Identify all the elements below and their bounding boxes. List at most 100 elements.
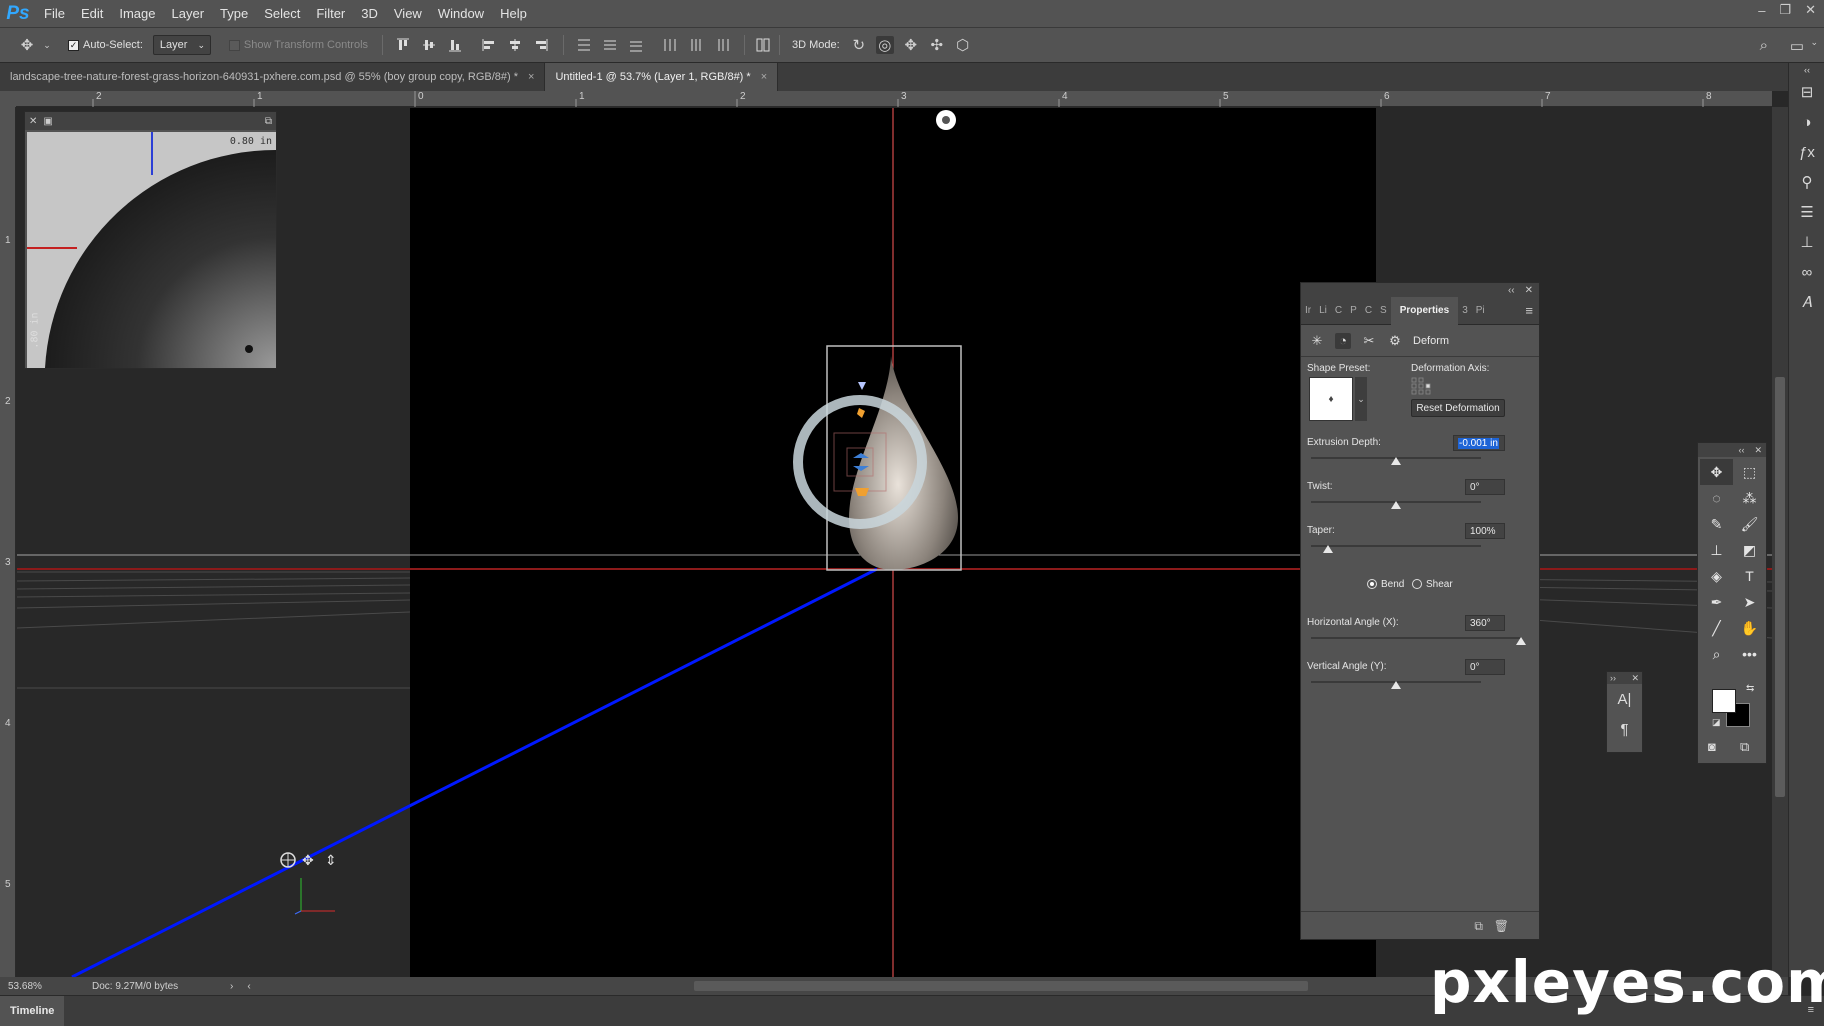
distribute-bottom-icon[interactable] xyxy=(628,37,644,53)
align-top-icon[interactable] xyxy=(395,37,411,53)
extrusion-depth-field[interactable]: -0.001 in xyxy=(1453,435,1505,451)
menu-layer[interactable]: Layer xyxy=(164,0,213,28)
line-tool-icon[interactable]: ╱ xyxy=(1700,615,1733,641)
lasso-tool-icon[interactable]: ◌ xyxy=(1700,485,1733,511)
camera-widget[interactable]: ✥ ⇕ xyxy=(280,852,337,915)
eraser-tool-icon[interactable]: ◩ xyxy=(1733,537,1766,563)
3d-cone-object[interactable] xyxy=(793,345,962,571)
show-transform-checkbox[interactable]: Show Transform Controls xyxy=(228,39,368,51)
tab-color[interactable]: C xyxy=(1331,297,1346,325)
horizontal-scrollbar-thumb[interactable] xyxy=(694,981,1308,991)
pen-tool-icon[interactable]: ✒ xyxy=(1700,589,1733,615)
trash-icon[interactable]: 🗑 xyxy=(1494,919,1509,933)
shape-preset-thumbnail[interactable]: ♦ xyxy=(1309,377,1353,421)
tab-3d[interactable]: 3 xyxy=(1458,297,1472,325)
distribute-hcenter-icon[interactable] xyxy=(688,37,704,53)
menu-type[interactable]: Type xyxy=(212,0,256,28)
close-icon[interactable]: ✕ xyxy=(1631,673,1639,684)
tab-paragraph[interactable]: Pi xyxy=(1472,297,1489,325)
paragraph-panel-icon[interactable]: ¶ xyxy=(1607,714,1642,744)
chevron-down-icon[interactable]: ⌄ xyxy=(1810,37,1818,48)
timeline-tab[interactable]: Timeline xyxy=(0,996,65,1026)
distribute-left-icon[interactable] xyxy=(662,37,678,53)
deform-icon[interactable]: ◔ xyxy=(1335,332,1351,349)
shear-radio[interactable]: Shear xyxy=(1412,579,1453,590)
paint-bucket-icon[interactable]: ◈ xyxy=(1700,563,1733,589)
status-menu-arrow[interactable]: › xyxy=(230,981,233,992)
zoom-tool-icon[interactable]: ⌕ xyxy=(1700,641,1733,667)
drag-icon[interactable]: ✥ xyxy=(902,36,920,54)
vertical-ruler[interactable]: 1 2 3 4 5 xyxy=(0,107,16,977)
scrollbar-thumb[interactable] xyxy=(1775,377,1785,797)
brush-settings-icon[interactable]: ⚲ xyxy=(1789,167,1824,197)
creative-cloud-icon[interactable]: ∞ xyxy=(1789,257,1824,287)
menu-image[interactable]: Image xyxy=(111,0,163,28)
collapse-icon[interactable]: ‹‹ xyxy=(1789,63,1824,77)
tab-properties[interactable]: Properties xyxy=(1390,296,1459,325)
taper-slider[interactable] xyxy=(1311,545,1481,547)
sliders-icon[interactable]: ☰ xyxy=(1789,197,1824,227)
hand-tool-icon[interactable]: ✋ xyxy=(1733,615,1766,641)
distribute-right-icon[interactable] xyxy=(714,37,730,53)
scroll-left-arrow[interactable]: ‹ xyxy=(247,981,250,992)
expand-icon[interactable]: ›› xyxy=(1610,673,1616,683)
orbit-icon[interactable]: ↻ xyxy=(850,36,868,54)
twist-slider-thumb[interactable] xyxy=(1391,501,1401,509)
coordinates-icon[interactable]: ⚙ xyxy=(1387,333,1403,349)
align-vcenter-icon[interactable] xyxy=(421,37,437,53)
screen-mode-icon[interactable]: ⧉ xyxy=(1740,739,1749,755)
align-hcenter-icon[interactable] xyxy=(507,37,523,53)
search-icon[interactable]: ⌕ xyxy=(1760,37,1768,54)
collapse-icon[interactable]: ‹‹ xyxy=(1508,285,1515,296)
tab-untitled-doc[interactable]: Untitled-1 @ 53.7% (Layer 1, RGB/8#) * × xyxy=(545,63,779,91)
horizontal-ruler[interactable]: 2 1 0 1 2 3 4 5 6 7 8 xyxy=(16,91,1772,107)
taper-field[interactable]: 100% xyxy=(1465,523,1505,539)
new-layer-icon[interactable]: ⧉ xyxy=(1474,919,1483,934)
tab-landscape-doc[interactable]: landscape-tree-nature-forest-grass-horiz… xyxy=(0,63,546,91)
workspace-icon[interactable]: ▭ xyxy=(1790,37,1804,55)
quick-mask-icon[interactable]: ◙ xyxy=(1708,739,1716,754)
horizontal-angle-thumb[interactable] xyxy=(1516,637,1526,645)
vertical-angle-field[interactable]: 0° xyxy=(1465,659,1505,675)
marquee-tool-icon[interactable]: ⬚ xyxy=(1733,459,1766,485)
menu-file[interactable]: File xyxy=(36,0,73,28)
brush-tool-icon[interactable]: 🖌 xyxy=(1733,511,1766,537)
magic-wand-icon[interactable]: ⁂ xyxy=(1733,485,1766,511)
glyphs-icon[interactable]: 𝐴 xyxy=(1789,287,1824,317)
menu-window[interactable]: Window xyxy=(430,0,492,28)
bend-radio[interactable]: Bend xyxy=(1367,579,1404,590)
close-icon[interactable]: × xyxy=(761,71,767,83)
ruler-origin[interactable] xyxy=(0,91,16,107)
minimize-icon[interactable]: ‒ xyxy=(1758,3,1765,18)
expand-icon[interactable]: ⧉ xyxy=(265,116,272,127)
horizontal-angle-slider[interactable] xyxy=(1311,637,1521,639)
zoom-level[interactable]: 53.68% xyxy=(8,981,78,992)
more-tools-icon[interactable]: ••• xyxy=(1733,641,1766,667)
close-icon[interactable]: ✕ xyxy=(1754,445,1762,456)
auto-select-dropdown[interactable]: Layer ⌄ xyxy=(152,35,211,55)
distribute-vcenter-icon[interactable] xyxy=(602,37,618,53)
align-right-icon[interactable] xyxy=(533,37,549,53)
close-icon[interactable]: ✕ xyxy=(1525,285,1533,296)
vertical-angle-thumb[interactable] xyxy=(1391,681,1401,689)
chevron-down-icon[interactable]: ⌄ xyxy=(1355,377,1367,421)
tab-libraries[interactable]: Li xyxy=(1315,297,1331,325)
menu-help[interactable]: Help xyxy=(492,0,535,28)
twist-field[interactable]: 0° xyxy=(1465,479,1505,495)
extrusion-slider-thumb[interactable] xyxy=(1391,457,1401,465)
deformation-axis-grid[interactable] xyxy=(1411,377,1433,395)
menu-3d[interactable]: 3D xyxy=(353,0,386,28)
mesh-icon[interactable]: ✳ xyxy=(1309,333,1325,349)
auto-select-checkbox[interactable]: ✓ Auto-Select: xyxy=(68,39,143,51)
menu-view[interactable]: View xyxy=(386,0,430,28)
view-menu-icon[interactable]: ▣ xyxy=(43,116,52,127)
menu-edit[interactable]: Edit xyxy=(73,0,111,28)
distribute-top-icon[interactable] xyxy=(576,37,592,53)
menu-filter[interactable]: Filter xyxy=(308,0,353,28)
tab-paths[interactable]: P xyxy=(1346,297,1361,325)
clone-source-icon[interactable]: ⊥ xyxy=(1789,227,1824,257)
restore-icon[interactable]: ❐ xyxy=(1779,2,1791,18)
align-bottom-icon[interactable] xyxy=(447,37,463,53)
close-icon[interactable]: ✕ xyxy=(1805,2,1816,18)
slide-icon[interactable]: ✣ xyxy=(928,36,946,54)
